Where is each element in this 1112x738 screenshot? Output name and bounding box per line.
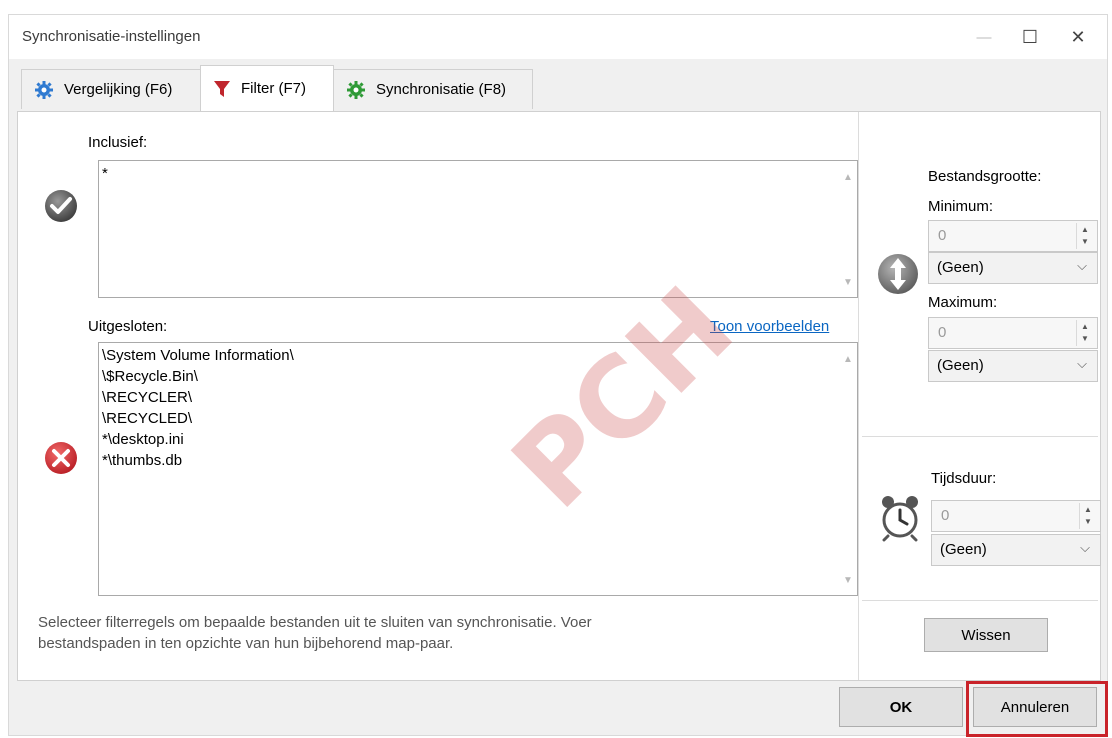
show-examples-link[interactable]: Toon voorbeelden [710, 318, 829, 335]
filter-help-text: Selecteer filterregels om bepaalde besta… [38, 614, 592, 652]
error-x-icon [45, 442, 77, 474]
duration-input[interactable]: 0 ▲ ▼ [931, 500, 1101, 532]
gear-icon [35, 80, 53, 99]
funnel-icon [214, 80, 230, 97]
exclude-line: \$Recycle.Bin\ [102, 368, 198, 385]
exclude-line: *\thumbs.db [102, 452, 183, 469]
gear-icon [347, 80, 365, 99]
title-bar: Synchronisatie-instellingen — ☐ ✕ [9, 15, 1107, 59]
minimize-button[interactable]: — [961, 21, 1007, 53]
minimum-label: Minimum: [928, 198, 994, 215]
exclude-label: Uitgesloten: [88, 318, 168, 335]
scroll-up-icon[interactable]: ▲ [843, 349, 853, 370]
duration-label: Tijdsduur: [931, 470, 997, 487]
filter-panel: Inclusief: * ▲ ▼ Uitgesloten: Toon voorb… [17, 111, 1101, 681]
exclude-line: \System Volume Information\ [102, 347, 294, 364]
tab-filter[interactable]: Filter (F7) [200, 65, 334, 111]
settings-dialog: Synchronisatie-instellingen — ☐ ✕ Vergel… [8, 14, 1108, 736]
ok-button[interactable]: OK [839, 687, 963, 727]
exclude-line: \RECYCLER\ [102, 389, 193, 406]
tab-filter-label: Filter (F7) [241, 80, 306, 97]
maximum-unit-select[interactable]: (Geen) ⌵ [928, 350, 1098, 382]
tab-synchronization[interactable]: Synchronisatie (F8) [333, 69, 533, 109]
include-textarea[interactable]: * ▲ ▼ [98, 160, 858, 298]
exclude-line: \RECYCLED\ [102, 410, 193, 427]
tab-comparison[interactable]: Vergelijking (F6) [21, 69, 201, 109]
file-size-heading: Bestandsgrootte: [928, 168, 1042, 185]
scroll-down-icon[interactable]: ▼ [843, 272, 853, 293]
highlight-box [966, 681, 1108, 737]
alarm-clock-icon [882, 496, 918, 542]
clear-button[interactable]: Wissen [924, 618, 1048, 652]
window-title: Synchronisatie-instellingen [22, 28, 201, 45]
spin-arrows[interactable]: ▲ ▼ [1076, 320, 1095, 346]
scroll-down-icon[interactable]: ▼ [843, 570, 853, 591]
include-text: * [102, 165, 108, 182]
exclude-line: *\desktop.ini [102, 431, 184, 448]
chevron-down-icon: ⌵ [1077, 356, 1087, 371]
spin-arrows[interactable]: ▲ ▼ [1076, 223, 1095, 249]
maximum-size-input[interactable]: 0 ▲ ▼ [928, 317, 1098, 349]
exclude-textarea[interactable]: \System Volume Information\ \$Recycle.Bi… [98, 342, 858, 596]
maximum-label: Maximum: [928, 294, 998, 311]
maximize-button[interactable]: ☐ [1007, 21, 1053, 53]
tab-synchronization-label: Synchronisatie (F8) [376, 81, 507, 98]
include-scrollbar[interactable]: ▲ ▼ [839, 161, 857, 297]
exclude-scrollbar[interactable]: ▲ ▼ [839, 343, 857, 595]
checkmark-icon [45, 190, 77, 222]
close-button[interactable]: ✕ [1055, 21, 1101, 53]
panel-divider [858, 112, 859, 680]
section-divider [862, 600, 1098, 601]
scroll-up-icon[interactable]: ▲ [843, 167, 853, 188]
tab-comparison-label: Vergelijking (F6) [64, 81, 173, 98]
size-arrows-icon [878, 254, 918, 294]
chevron-down-icon: ⌵ [1077, 258, 1087, 273]
duration-unit-select[interactable]: (Geen) ⌵ [931, 534, 1101, 566]
include-label: Inclusief: [88, 134, 148, 151]
section-divider [862, 436, 1098, 437]
chevron-down-icon: ⌵ [1080, 540, 1090, 555]
spin-arrows[interactable]: ▲ ▼ [1079, 503, 1098, 529]
minimum-unit-select[interactable]: (Geen) ⌵ [928, 252, 1098, 284]
minimum-size-input[interactable]: 0 ▲ ▼ [928, 220, 1098, 252]
